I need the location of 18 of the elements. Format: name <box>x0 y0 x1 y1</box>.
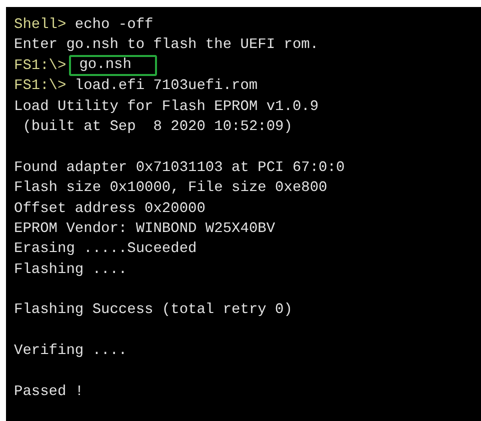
output-line: Flashing .... <box>14 260 128 280</box>
shell-prompt: FS1:\> <box>14 77 66 96</box>
output-line: Flash size 0x10000, File size 0xe800 <box>14 179 328 198</box>
command-text: echo -off <box>74 16 154 35</box>
shell-prompt: FS1:\> <box>14 56 66 76</box>
output-line: Erasing .....Suceeded <box>14 240 197 260</box>
output-line: Flashing Success (total retry 0) <box>14 301 292 320</box>
command-text: load.efi 7103uefi.rom <box>74 77 258 96</box>
output-line: Enter go.nsh to flash the UEFI rom. <box>14 36 319 56</box>
output-line: Load Utility for Flash EPROM v1.0.9 <box>14 98 319 117</box>
highlighted-command: go.nsh <box>69 55 158 76</box>
output-line: EPROM Vendor: WINBOND W25X40BV <box>14 220 276 239</box>
output-line: (built at Sep 8 2020 10:52:09) <box>22 118 292 137</box>
output-line: Offset address 0x20000 <box>14 200 206 219</box>
shell-prompt: Shell> <box>14 16 66 35</box>
output-line: Passed ! <box>14 383 84 402</box>
output-line: Found adapter 0x71031103 at PCI 67:0:0 <box>14 158 345 178</box>
output-line: Verifing .... <box>14 342 128 362</box>
